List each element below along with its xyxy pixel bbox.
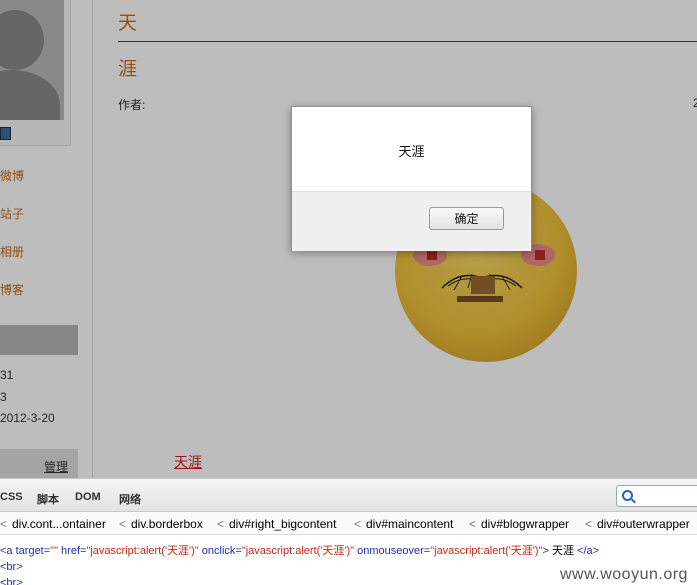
watermark: www.wooyun.org — [560, 566, 688, 583]
breadcrumb-separator: < — [119, 517, 127, 531]
code-attr-onmouseover: onmouseover= — [357, 545, 431, 557]
tab-network[interactable]: 网络 — [119, 491, 141, 507]
breadcrumb-separator: < — [217, 517, 225, 531]
breadcrumb-separator: < — [469, 517, 477, 531]
breadcrumb-item[interactable]: div#blogwrapper — [481, 517, 569, 531]
code-val-href: "javascript:alert('天涯')" — [86, 545, 199, 557]
breadcrumb-item[interactable]: div#right_bigcontent — [229, 517, 336, 531]
code-text: 天涯 — [548, 545, 578, 557]
devtools-search-input[interactable] — [616, 485, 697, 507]
dom-code-line-anchor[interactable]: <a target="" href="javascript:alert('天涯'… — [0, 542, 599, 558]
breadcrumb-separator: < — [354, 517, 362, 531]
breadcrumb-separator: < — [0, 517, 8, 531]
tab-script[interactable]: 脚本 — [37, 491, 59, 507]
code-attr-href: href= — [61, 545, 87, 557]
dom-code-line-br[interactable]: <br> — [0, 561, 23, 573]
alert-dialog: 天涯 确定 — [291, 106, 532, 251]
code-end-tag: </a> — [577, 545, 600, 557]
code-val-onmouseover: "javascript:alert('天涯')" — [430, 545, 543, 557]
breadcrumb-separator: < — [585, 517, 593, 531]
dom-breadcrumb: < div.cont...ontainer < div.borderbox < … — [0, 512, 697, 535]
breadcrumb-item[interactable]: div.borderbox — [131, 517, 203, 531]
code-tag-open: <a — [0, 545, 13, 557]
devtools-tabbar: CSS 脚本 DOM 网络 — [0, 479, 697, 512]
code-attr-onclick: onclick= — [201, 545, 242, 557]
tab-dom[interactable]: DOM — [75, 491, 101, 503]
search-icon — [622, 490, 633, 501]
breadcrumb-item[interactable]: div.cont...ontainer — [12, 517, 106, 531]
code-val-target: "" — [50, 545, 58, 557]
alert-dialog-footer: 确定 — [292, 191, 531, 251]
code-val-onclick: "javascript:alert('天涯')" — [241, 545, 355, 557]
blog-page: 微博 站子 相册 博客 31 3 2012-3-20 管理 天 涯 作者: 2 … — [0, 0, 697, 478]
breadcrumb-item[interactable]: div#maincontent — [366, 517, 453, 531]
devtools-panel: CSS 脚本 DOM 网络 < div.cont...ontainer < di… — [0, 478, 697, 585]
breadcrumb-item[interactable]: div#outerwrapper — [597, 517, 690, 531]
ok-button[interactable]: 确定 — [429, 207, 504, 230]
tab-css[interactable]: CSS — [0, 491, 23, 503]
code-attr-target: target= — [15, 545, 51, 557]
alert-message: 天涯 — [398, 144, 425, 159]
